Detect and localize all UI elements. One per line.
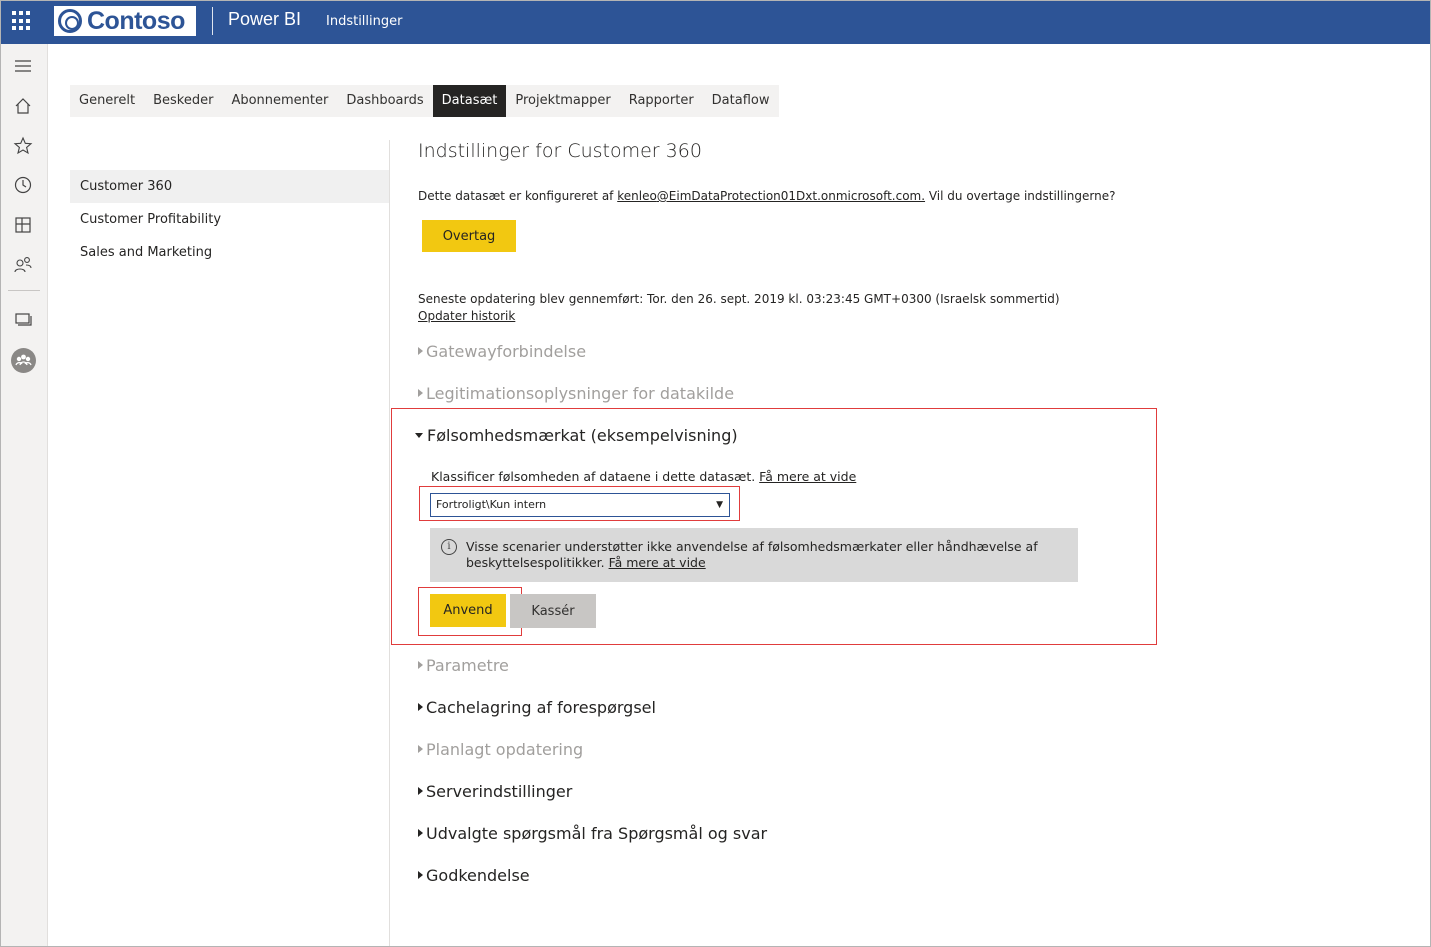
contoso-logo-icon bbox=[58, 9, 82, 33]
owner-domain: @EimDataProtection01Dxt.onmicrosoft.com. bbox=[656, 189, 926, 203]
owner-username: kenleo bbox=[617, 189, 657, 203]
info-learn-more-link[interactable]: Få mere at vide bbox=[609, 555, 706, 570]
expand-caret-icon bbox=[418, 389, 423, 397]
refresh-history-link[interactable]: Opdater historik bbox=[418, 309, 515, 323]
dataset-item[interactable]: Customer Profitability bbox=[70, 203, 389, 236]
logo-text: Contoso bbox=[87, 6, 185, 35]
expand-caret-icon bbox=[418, 745, 423, 753]
section-label: Serverindstillinger bbox=[426, 782, 573, 801]
dataset-list: Customer 360 Customer Profitability Sales … bbox=[70, 170, 389, 269]
info-text: Visse scenarier understøtter ikke anvend… bbox=[466, 539, 1066, 571]
info-banner: i Visse scenarier understøtter ikke anve… bbox=[430, 528, 1078, 582]
section-scheduled-refresh[interactable]: Planlagt opdatering bbox=[418, 740, 583, 759]
section-server-settings[interactable]: Serverindstillinger bbox=[418, 782, 572, 801]
favorites-star-icon[interactable] bbox=[12, 135, 34, 157]
take-over-button[interactable]: Overtag bbox=[422, 220, 516, 252]
info-icon: i bbox=[441, 539, 457, 555]
collapse-caret-icon bbox=[415, 433, 423, 438]
section-label: Parametre bbox=[426, 656, 509, 675]
section-label: Udvalgte spørgsmål fra Spørgsmål og svar bbox=[426, 824, 768, 843]
tab-projektmapper[interactable]: Projektmapper bbox=[506, 85, 619, 117]
content-divider bbox=[389, 140, 390, 947]
page-title: Indstillinger for Customer 360 bbox=[418, 140, 702, 162]
app-launcher-icon[interactable] bbox=[12, 11, 32, 31]
apps-icon[interactable] bbox=[12, 214, 34, 236]
section-parameters[interactable]: Parametre bbox=[418, 656, 509, 675]
section-endorsement[interactable]: Godkendelse bbox=[418, 866, 530, 885]
last-refresh-text: Seneste opdatering blev gennemført: Tor.… bbox=[418, 292, 1060, 306]
learn-more-link[interactable]: Få mere at vide bbox=[759, 469, 856, 484]
takeover-suffix: Vil du overtage indstillingerne? bbox=[925, 189, 1116, 203]
sensitivity-label-dropdown[interactable]: Fortroligt\Kun intern ▼ bbox=[430, 493, 730, 517]
page-name: Indstillinger bbox=[326, 14, 403, 29]
section-featured-qa[interactable]: Udvalgte spørgsmål fra Spørgsmål og svar bbox=[418, 824, 767, 843]
section-label: Planlagt opdatering bbox=[426, 740, 584, 759]
expand-caret-icon bbox=[418, 871, 423, 879]
recent-clock-icon[interactable] bbox=[12, 174, 34, 196]
tab-dashboards[interactable]: Dashboards bbox=[337, 85, 432, 117]
dataset-item[interactable]: Customer 360 bbox=[70, 170, 389, 203]
discard-button[interactable]: Kassér bbox=[510, 594, 596, 628]
tab-datasæt[interactable]: Datasæt bbox=[432, 85, 507, 117]
section-label: Legitimationsoplysninger for datakilde bbox=[426, 384, 735, 403]
section-data-source-credentials[interactable]: Legitimationsoplysninger for datakilde bbox=[418, 384, 734, 403]
tab-dataflow[interactable]: Dataflow bbox=[703, 85, 779, 117]
expand-caret-icon bbox=[418, 829, 423, 837]
shared-with-me-icon[interactable] bbox=[12, 254, 34, 276]
apply-button[interactable]: Anvend bbox=[430, 594, 506, 627]
nav-divider bbox=[8, 290, 40, 291]
contoso-logo[interactable]: Contoso bbox=[54, 6, 196, 36]
tab-beskeder[interactable]: Beskeder bbox=[144, 85, 222, 117]
expand-caret-icon bbox=[418, 703, 423, 711]
expand-caret-icon bbox=[418, 787, 423, 795]
app-name[interactable]: Power BI bbox=[228, 9, 301, 30]
info-message: Visse scenarier understøtter ikke anvend… bbox=[466, 539, 1038, 570]
workspace-avatar-icon[interactable] bbox=[11, 348, 36, 373]
takeover-message: Dette datasæt er konfigureret af kenleo@… bbox=[418, 189, 1116, 203]
header-divider bbox=[212, 7, 213, 35]
tab-rapporter[interactable]: Rapporter bbox=[620, 85, 703, 117]
settings-tabs: Generelt Beskeder Abonnementer Dashboards Da… bbox=[70, 85, 779, 117]
dropdown-selected-value: Fortroligt\Kun intern bbox=[436, 498, 547, 511]
takeover-prefix: Dette datasæt er konfigureret af bbox=[418, 189, 618, 203]
expand-caret-icon bbox=[418, 347, 423, 355]
dataset-item[interactable]: Sales and Marketing bbox=[70, 236, 389, 269]
section-label: Godkendelse bbox=[426, 866, 530, 885]
top-bar: Contoso Power BI Indstillinger bbox=[0, 0, 1431, 44]
left-nav bbox=[0, 44, 48, 947]
tab-generelt[interactable]: Generelt bbox=[70, 85, 144, 117]
classify-instruction: Klassificer følsomheden af dataene i det… bbox=[431, 469, 856, 484]
section-label: Gatewayforbindelse bbox=[426, 342, 587, 361]
home-icon[interactable] bbox=[12, 95, 34, 117]
section-label: Følsomhedsmærkat (eksempelvisning) bbox=[427, 426, 738, 445]
section-gateway-connection[interactable]: Gatewayforbindelse bbox=[418, 342, 586, 361]
section-label: Cachelagring af forespørgsel bbox=[426, 698, 656, 717]
dropdown-arrow-icon: ▼ bbox=[716, 500, 723, 510]
expand-caret-icon bbox=[418, 661, 423, 669]
menu-icon[interactable] bbox=[12, 55, 34, 77]
section-query-caching[interactable]: Cachelagring af forespørgsel bbox=[418, 698, 656, 717]
section-sensitivity-label[interactable]: Følsomhedsmærkat (eksempelvisning) bbox=[415, 426, 738, 445]
classify-text: Klassificer følsomheden af dataene i det… bbox=[431, 469, 760, 484]
tab-abonnementer[interactable]: Abonnementer bbox=[222, 85, 337, 117]
workspaces-icon[interactable] bbox=[12, 308, 34, 330]
